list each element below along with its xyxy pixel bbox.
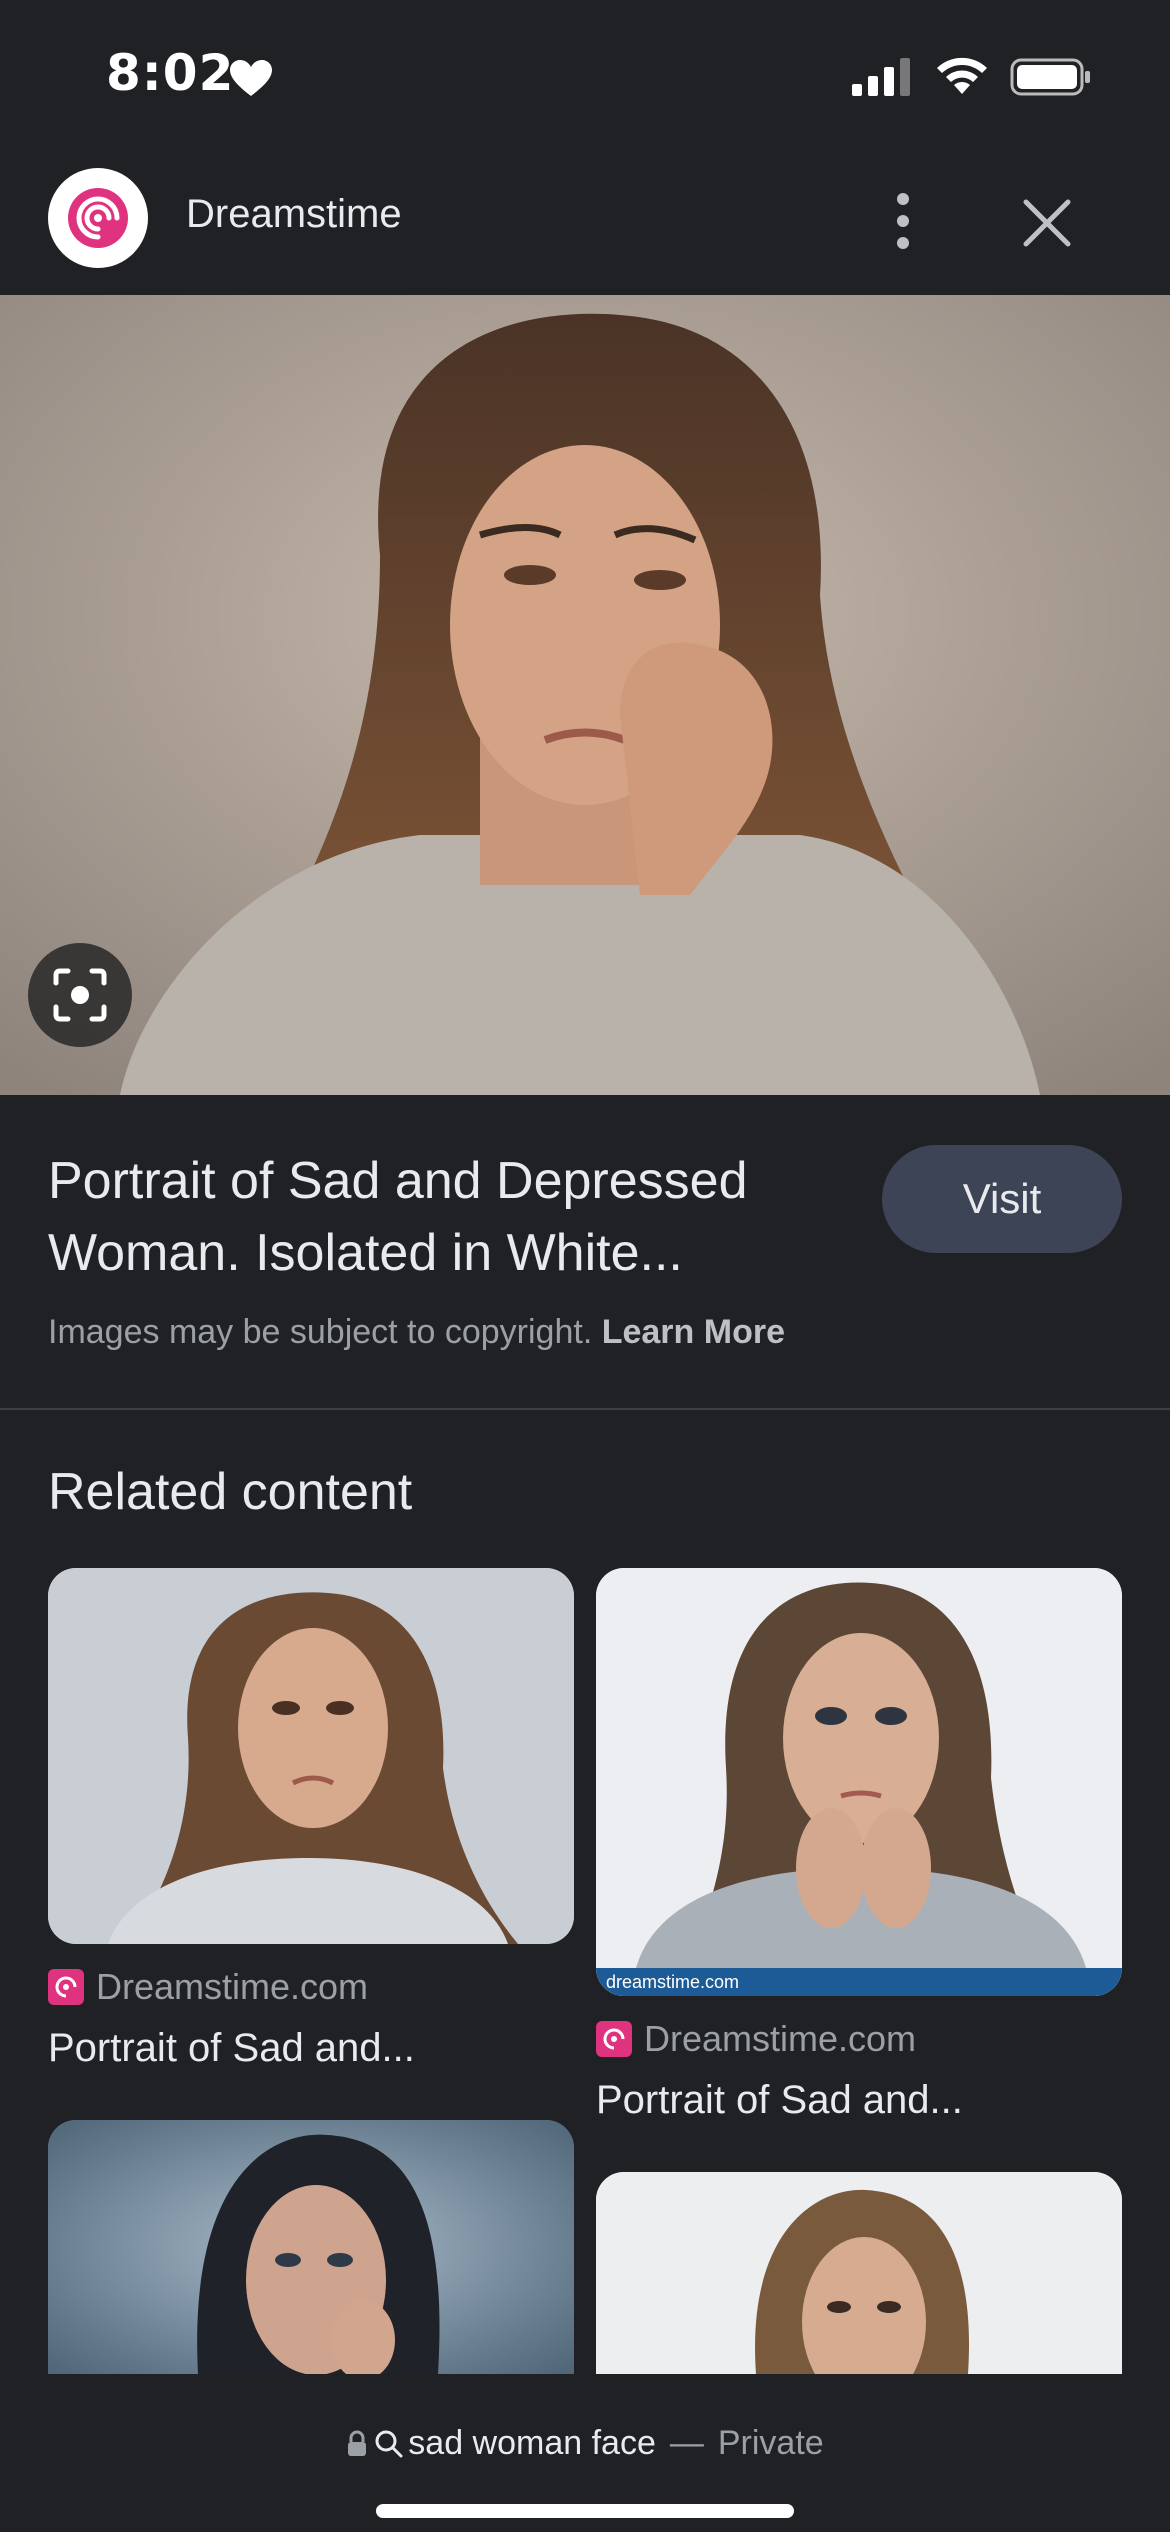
- search-query: sad woman face: [408, 2424, 656, 2462]
- copyright-text: Images may be subject to copyright.: [48, 1313, 593, 1351]
- signal-icon: [852, 58, 910, 96]
- bottom-bar: sad woman face — Private: [0, 2374, 1170, 2532]
- separator: —: [669, 2424, 704, 2462]
- portrait-thumbnail: [596, 1568, 1122, 1996]
- related-source: Dreamstime.com: [48, 1966, 574, 2008]
- learn-more-link[interactable]: Learn More: [602, 1313, 785, 1351]
- dreamstime-favicon: [596, 2021, 632, 2057]
- portrait-thumbnail: [596, 2172, 1122, 2374]
- related-source: Dreamstime.com: [596, 2018, 1122, 2060]
- related-source-label: Dreamstime.com: [644, 2018, 917, 2059]
- copyright-notice: Images may be subject to copyright. Lear…: [48, 1313, 785, 1352]
- dreamstime-favicon: [48, 1969, 84, 2005]
- battery-icon: [1010, 58, 1090, 96]
- lock-icon: [348, 2430, 367, 2456]
- address-bar[interactable]: sad woman face — Private: [0, 2424, 1170, 2463]
- private-mode-label: Private: [717, 2424, 824, 2462]
- related-card[interactable]: dreamstime.com Dreamstime.com Portrait o…: [596, 1568, 1122, 2123]
- related-image[interactable]: dreamstime.com: [596, 1568, 1122, 1996]
- related-image[interactable]: [596, 2172, 1122, 2374]
- lens-button[interactable]: [28, 943, 132, 1047]
- search-icon: [375, 2430, 403, 2457]
- portrait-thumbnail: [48, 2120, 574, 2374]
- site-name[interactable]: Dreamstime: [186, 192, 402, 237]
- watermark-text: dreamstime.com: [606, 1971, 740, 1992]
- related-card[interactable]: [596, 2172, 1122, 2374]
- visit-button[interactable]: Visit: [882, 1145, 1122, 1253]
- header: Dreamstime: [0, 150, 1170, 295]
- dreamstime-logo[interactable]: [48, 168, 148, 268]
- portrait-thumbnail: [48, 1568, 574, 1944]
- related-image[interactable]: [48, 1568, 574, 1944]
- main-image[interactable]: [0, 295, 1170, 1095]
- related-title[interactable]: Portrait of Sad and...: [48, 2026, 574, 2071]
- related-image[interactable]: [48, 2120, 574, 2374]
- image-info: Portrait of Sad and Depressed Woman. Iso…: [0, 1095, 1170, 1410]
- related-card[interactable]: Dreamstime.com Portrait of Sad and...: [48, 1568, 574, 2071]
- heart-icon: [230, 60, 272, 96]
- status-bar: 8:02: [0, 0, 1170, 150]
- home-indicator[interactable]: [376, 2504, 794, 2518]
- more-vertical-icon[interactable]: [878, 186, 928, 256]
- swirl-icon: [68, 188, 128, 248]
- wifi-icon: [937, 57, 987, 94]
- status-time: 8:02: [106, 44, 235, 102]
- related-card[interactable]: [48, 2120, 574, 2374]
- lens-icon: [53, 968, 107, 1022]
- close-icon[interactable]: [1016, 192, 1078, 254]
- related-source-label: Dreamstime.com: [96, 1966, 369, 2007]
- image-title[interactable]: Portrait of Sad and Depressed Woman. Iso…: [48, 1145, 848, 1289]
- related-heading: Related content: [48, 1463, 413, 1521]
- related-title[interactable]: Portrait of Sad and...: [596, 2078, 1122, 2123]
- portrait-photo: [0, 295, 1170, 1095]
